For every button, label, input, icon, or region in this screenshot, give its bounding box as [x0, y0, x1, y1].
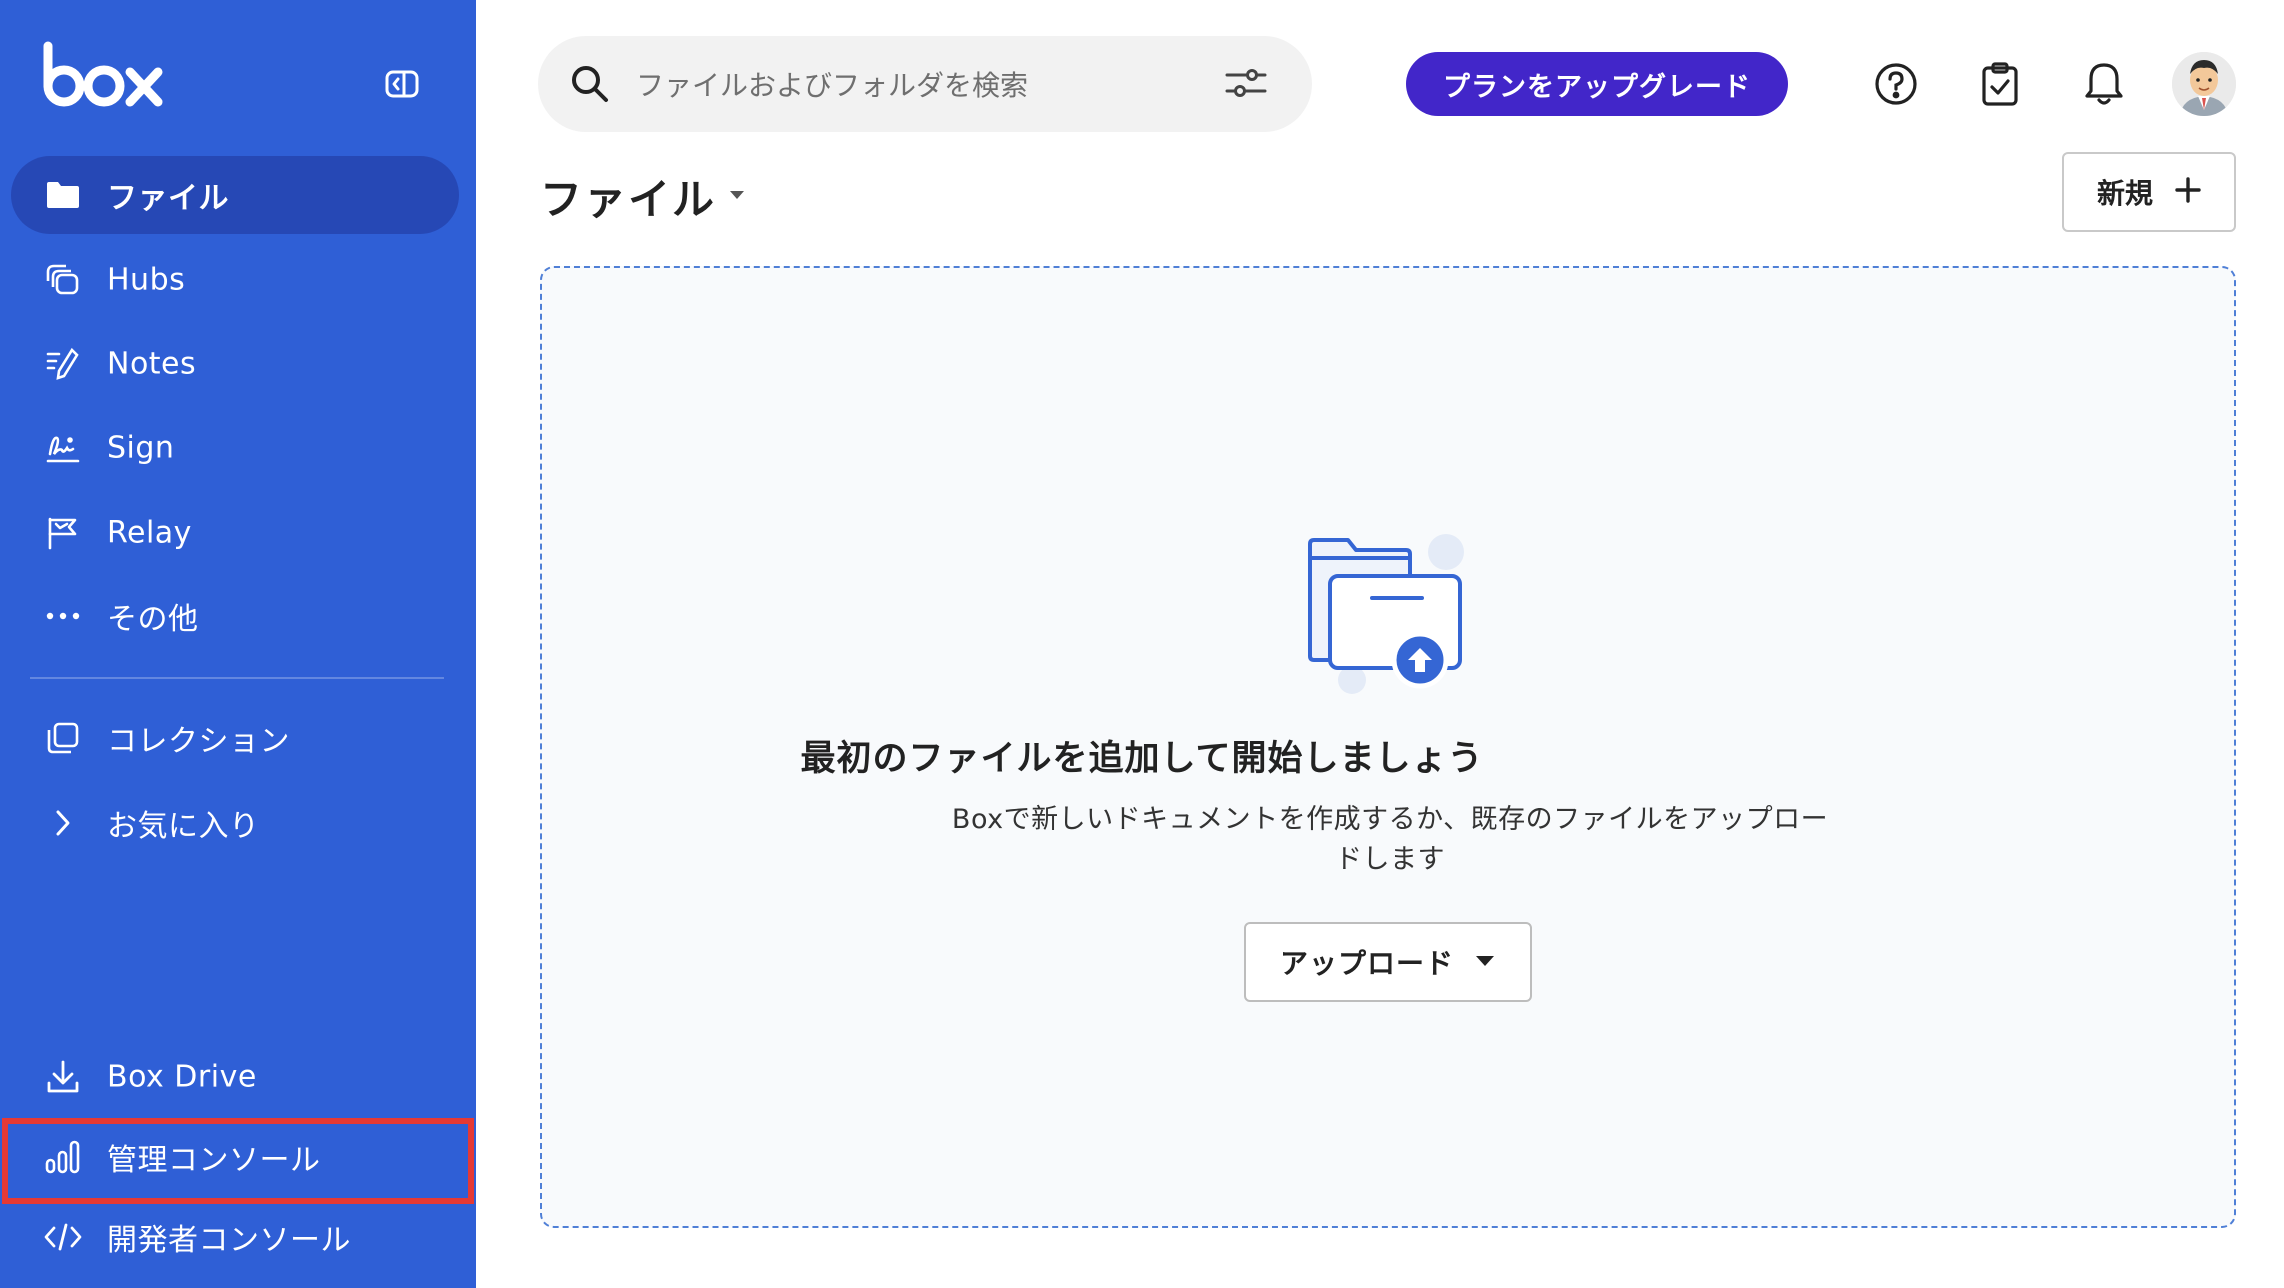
sidebar-item-label: お気に入り — [107, 809, 260, 844]
more-icon — [43, 596, 83, 636]
sidebar-item-developer-console[interactable]: 開発者コンソール — [11, 1198, 459, 1276]
sidebar-item-label: Relay — [107, 515, 192, 551]
sidebar-item-admin-console[interactable]: 管理コンソール — [11, 1118, 459, 1196]
new-button[interactable]: 新規 — [2062, 152, 2236, 232]
plus-icon — [2175, 177, 2201, 207]
sidebar-item-sign[interactable]: Sign — [11, 409, 459, 487]
page-title[interactable]: ファイル — [540, 166, 716, 227]
upload-folder-icon — [1300, 528, 1480, 702]
sidebar-item-favorites[interactable]: お気に入り — [11, 784, 459, 862]
sidebar-item-label: 管理コンソール — [107, 1143, 321, 1178]
sidebar-item-label: Notes — [107, 346, 197, 382]
chevron-right-icon — [43, 803, 83, 843]
sidebar-item-box-drive[interactable]: Box Drive — [11, 1038, 459, 1116]
box-logo[interactable] — [42, 40, 168, 114]
filter-icon[interactable] — [1224, 66, 1268, 104]
sidebar: ファイル Hubs Notes Sign Relay その他 コレクション お気… — [0, 0, 476, 1288]
search-input[interactable]: ファイルおよびフォルダを検索 — [636, 64, 1028, 104]
sidebar-item-more[interactable]: その他 — [11, 577, 459, 655]
new-button-label: 新規 — [2096, 177, 2153, 210]
sidebar-divider — [30, 677, 444, 679]
collapse-sidebar-icon[interactable] — [384, 68, 420, 100]
caret-down-icon — [1474, 953, 1496, 972]
caret-down-icon[interactable] — [728, 186, 746, 205]
sidebar-item-label: Box Drive — [107, 1059, 257, 1095]
sidebar-item-label: その他 — [107, 602, 199, 637]
code-icon — [43, 1217, 83, 1257]
avatar[interactable] — [2172, 52, 2236, 116]
sidebar-item-notes[interactable]: Notes — [11, 325, 459, 403]
download-icon — [43, 1057, 83, 1097]
sidebar-item-hubs[interactable]: Hubs — [11, 241, 459, 319]
sidebar-item-label: Hubs — [107, 262, 186, 298]
notes-icon — [43, 344, 83, 384]
relay-icon — [43, 513, 83, 553]
upgrade-plan-button[interactable]: プランをアップグレード — [1406, 52, 1788, 116]
sign-icon — [43, 428, 83, 468]
help-icon[interactable] — [1870, 58, 1922, 110]
search-icon — [570, 64, 610, 108]
upload-button-label: アップロード — [1279, 947, 1454, 980]
sidebar-item-label: Sign — [107, 430, 175, 466]
sidebar-item-label: 開発者コンソール — [107, 1223, 351, 1258]
sidebar-item-label: ファイル — [107, 181, 229, 216]
search-bar[interactable]: ファイルおよびフォルダを検索 — [538, 36, 1312, 132]
hubs-icon — [43, 260, 83, 300]
empty-state-title: 最初のファイルを追加して開始しましょう — [800, 739, 1484, 779]
upload-button[interactable]: アップロード — [1244, 922, 1532, 1002]
tasks-icon[interactable] — [1974, 58, 2026, 110]
empty-state-description: Boxで新しいドキュメントを作成するか、既存のファイルをアップロードします — [951, 804, 1829, 875]
bar-chart-icon — [43, 1137, 83, 1177]
sidebar-item-relay[interactable]: Relay — [11, 494, 459, 572]
folder-icon — [43, 175, 83, 215]
bell-icon[interactable] — [2078, 58, 2130, 110]
sidebar-item-files[interactable]: ファイル — [11, 156, 459, 234]
